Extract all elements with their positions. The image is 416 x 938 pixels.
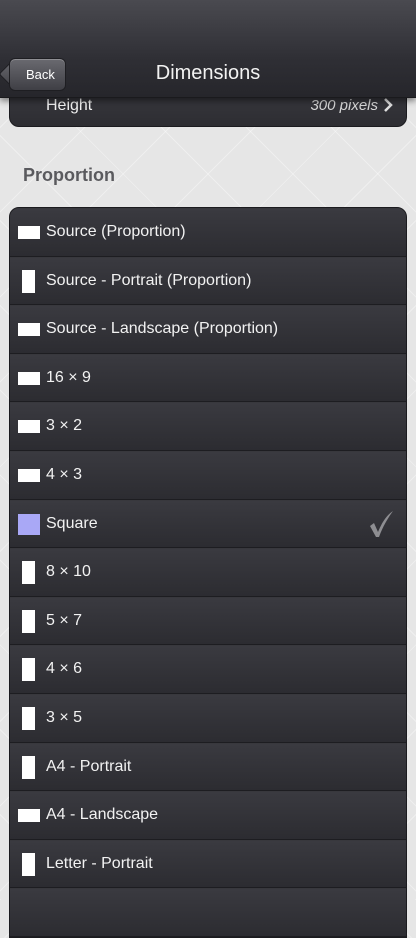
- list-item[interactable]: Source - Landscape (Proportion): [10, 305, 406, 354]
- square-swatch-icon: [18, 513, 40, 535]
- list-item[interactable]: Letter - Portrait: [10, 839, 406, 889]
- portrait-swatch-icon: [22, 755, 35, 779]
- list-item-label: Source - Portrait (Proportion): [46, 271, 252, 289]
- list-item[interactable]: 4 × 3: [10, 450, 406, 500]
- list-item[interactable]: 16 × 9: [10, 353, 406, 403]
- portrait-swatch-icon: [22, 609, 35, 633]
- list-item[interactable]: Source - Portrait (Proportion): [10, 256, 406, 306]
- page-title: Dimensions: [155, 62, 261, 84]
- list-item[interactable]: [10, 888, 406, 937]
- list-item-label: 8 × 10: [46, 563, 91, 581]
- list-item-label: A4 - Landscape: [46, 806, 159, 824]
- checkmark-icon: [370, 510, 393, 537]
- chevron-right-icon: [384, 98, 393, 112]
- landscape-swatch-icon: [18, 226, 40, 239]
- list-item[interactable]: 4 × 6: [10, 645, 406, 694]
- list-item[interactable]: 3 × 2: [10, 402, 406, 451]
- list-item[interactable]: 3 × 5: [10, 693, 406, 743]
- portrait-swatch-icon: [22, 561, 35, 585]
- height-value: 300 pixels: [310, 97, 378, 114]
- list-item[interactable]: A4 - Landscape: [10, 791, 406, 840]
- height-label: Height: [46, 97, 93, 114]
- portrait-swatch-icon: [22, 269, 35, 293]
- list-item-label: 16 × 9: [46, 368, 91, 386]
- list-item[interactable]: Square: [10, 499, 406, 549]
- list-item-label: Source - Landscape (Proportion): [46, 320, 279, 338]
- list-item[interactable]: 5 × 7: [10, 596, 406, 646]
- proportion-list: Source (Proportion) Source - Portrait (Pr…: [9, 207, 407, 938]
- list-item-label: 5 × 7: [46, 611, 83, 629]
- list-item-label: A4 - Portrait: [46, 757, 132, 775]
- landscape-swatch-icon: [18, 468, 40, 482]
- portrait-swatch-icon: [22, 658, 35, 682]
- list-item[interactable]: Source (Proportion): [10, 208, 406, 257]
- list-item-label: Letter - Portrait: [46, 854, 153, 872]
- list-item-label: 4 × 3: [46, 465, 83, 483]
- navigation-bar: Back Dimensions: [0, 0, 416, 98]
- landscape-swatch-icon: [18, 420, 40, 434]
- portrait-swatch-icon: [22, 706, 35, 730]
- landscape-swatch-icon: [18, 371, 40, 385]
- list-item-label: 3 × 2: [46, 417, 83, 435]
- list-item[interactable]: A4 - Portrait: [10, 742, 406, 792]
- list-item-label: Square: [46, 514, 98, 532]
- portrait-swatch-icon: [22, 852, 35, 876]
- list-item-label: 4 × 6: [46, 660, 83, 678]
- landscape-swatch-icon: [18, 323, 40, 337]
- list-item-label: 3 × 5: [46, 708, 83, 726]
- landscape-swatch-icon: [18, 809, 40, 823]
- section-title-proportion: Proportion: [23, 165, 115, 185]
- list-item-label: Source (Proportion): [46, 223, 186, 240]
- list-item[interactable]: 8 × 10: [10, 548, 406, 597]
